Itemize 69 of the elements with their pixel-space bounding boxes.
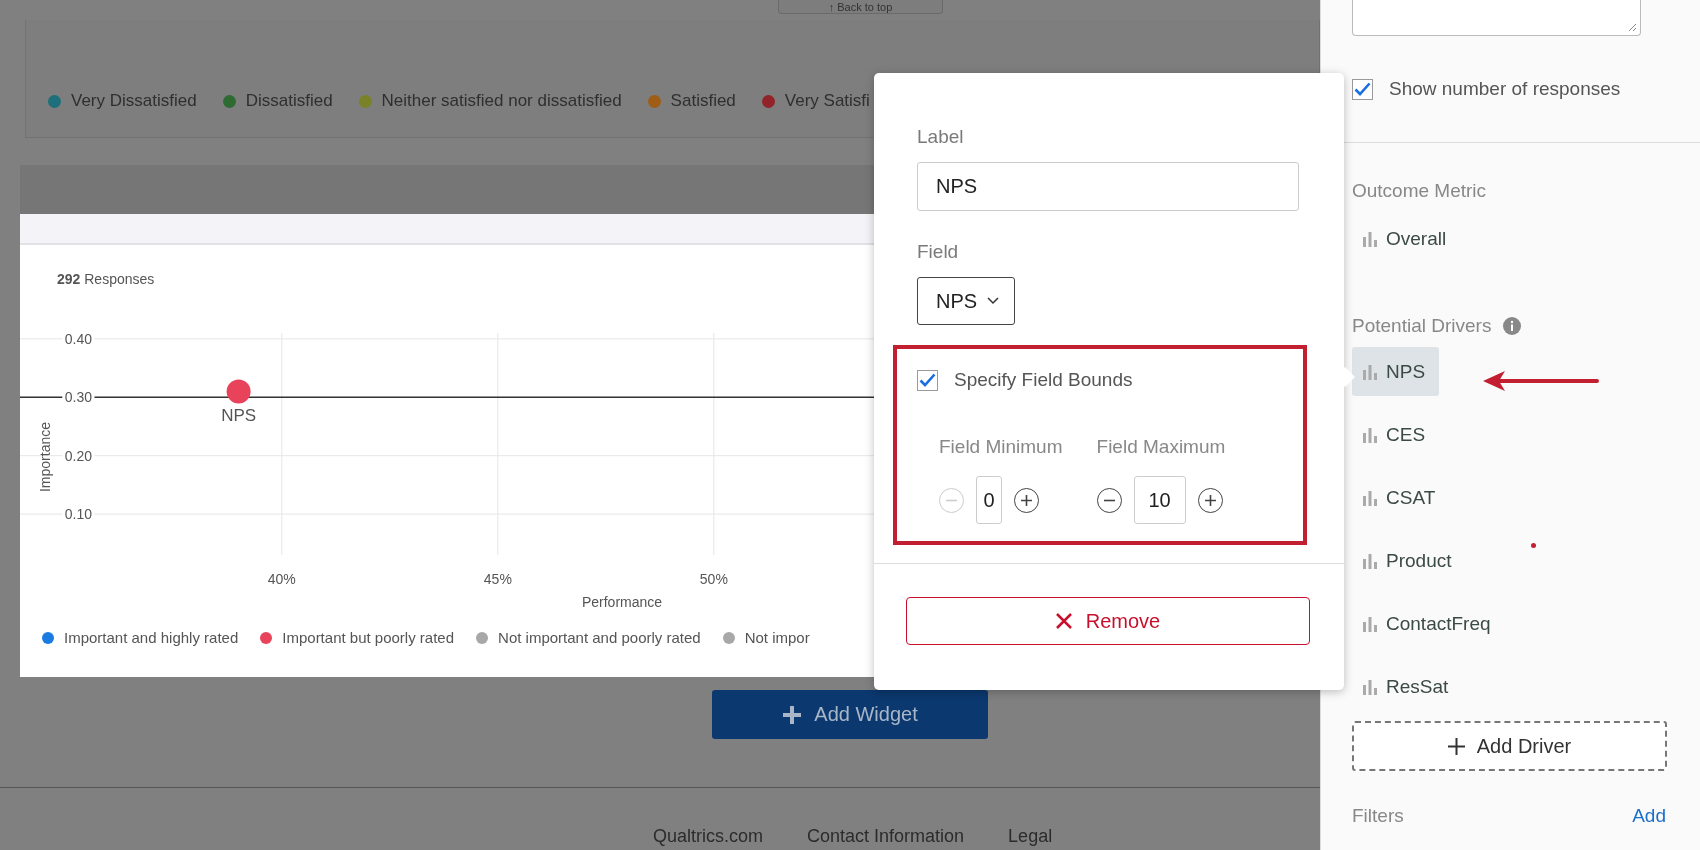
- field-dropdown[interactable]: NPS: [917, 277, 1015, 325]
- plus-icon: [1447, 737, 1465, 755]
- driver-item[interactable]: ContactFreq: [1352, 599, 1505, 648]
- driver-item[interactable]: NPS: [1352, 347, 1440, 396]
- footer-link[interactable]: Legal: [1008, 826, 1053, 847]
- field-label: Field: [917, 241, 960, 263]
- checkmark-icon: [919, 373, 936, 387]
- bar-chart-icon: [1362, 489, 1378, 506]
- number-field[interactable]: 0: [976, 476, 1002, 524]
- footer-link[interactable]: Contact Information: [807, 826, 965, 847]
- checkmark-icon: [1354, 82, 1371, 96]
- increment-button[interactable]: [1014, 487, 1039, 513]
- legend-label: Important and highly rated: [64, 629, 239, 646]
- legend-label: Very Satisfi: [784, 91, 870, 111]
- field-label: Label: [917, 126, 965, 148]
- checkbox-label: Specify Field Bounds: [954, 369, 1133, 391]
- add-filter-link[interactable]: Add: [1632, 805, 1666, 827]
- plus-icon: [1203, 493, 1217, 507]
- checkbox[interactable]: [1352, 78, 1373, 100]
- legend-label: Satisfied: [670, 91, 736, 111]
- driver-item[interactable]: ResSat: [1352, 662, 1463, 711]
- bar-chart-icon: [1362, 363, 1378, 380]
- driver-item[interactable]: CES: [1352, 410, 1440, 459]
- metric-item[interactable]: Overall: [1352, 214, 1461, 263]
- legend-label: Not important and poorly rated: [498, 629, 701, 646]
- legend-label: Neither satisfied nor dissatisfied: [381, 91, 622, 111]
- axis-title: Performance: [581, 594, 663, 610]
- axis-tick-label: 50%: [699, 571, 728, 587]
- increment-button[interactable]: [1197, 487, 1223, 513]
- legend-label: Not impor: [744, 629, 810, 646]
- axis-title: Importance: [37, 422, 53, 492]
- driver-item[interactable]: CSAT: [1352, 473, 1450, 522]
- driver-item[interactable]: Product: [1352, 536, 1466, 585]
- close-icon: [1055, 613, 1072, 629]
- axis-tick-label: 0.20: [64, 447, 92, 464]
- footer-link[interactable]: Qualtrics.com: [653, 826, 764, 847]
- field-label: Field Minimum: [939, 436, 1063, 458]
- plus-icon: [1020, 493, 1033, 507]
- add-driver-button[interactable]: Add Driver: [1352, 721, 1667, 771]
- add-widget-button[interactable]: Add Widget: [712, 690, 988, 739]
- info-icon[interactable]: [1503, 317, 1522, 335]
- label-input[interactable]: NPS: [917, 162, 1299, 211]
- axis-tick-label: 0.40: [64, 330, 92, 347]
- resize-handle-icon[interactable]: [1628, 23, 1637, 32]
- decrement-button[interactable]: [1096, 487, 1122, 513]
- section-title: Outcome Metric: [1352, 180, 1488, 202]
- legend-label: Very Dissatisfied: [71, 91, 197, 111]
- legend-label: Dissatisfied: [245, 91, 333, 111]
- annotation-dot: [1531, 543, 1536, 548]
- section-title: Potential Drivers: [1352, 315, 1492, 337]
- bar-chart-icon: [1362, 230, 1378, 247]
- number-field[interactable]: 10: [1133, 476, 1186, 524]
- axis-tick-label: 45%: [483, 571, 512, 587]
- responses-count: 292 Responses: [57, 271, 155, 287]
- legend-label: Important but poorly rated: [282, 629, 455, 646]
- checkbox-label: Show number of responses: [1389, 78, 1621, 100]
- bar-chart-icon: [1362, 615, 1378, 632]
- plus-icon: [782, 704, 803, 725]
- point-label: NPS: [221, 406, 257, 426]
- bar-chart-icon: [1362, 426, 1378, 443]
- bar-chart-icon: [1362, 552, 1378, 569]
- axis-tick-label: 0.10: [64, 506, 92, 523]
- checkbox[interactable]: [917, 369, 938, 391]
- section-title: Filters: [1352, 805, 1404, 827]
- axis-tick-label: 40%: [267, 571, 296, 587]
- bar-chart-icon: [1362, 678, 1378, 695]
- remove-button[interactable]: Remove: [906, 597, 1310, 645]
- field-label: Field Maximum: [1096, 436, 1226, 458]
- chevron-down-icon: [987, 297, 1000, 305]
